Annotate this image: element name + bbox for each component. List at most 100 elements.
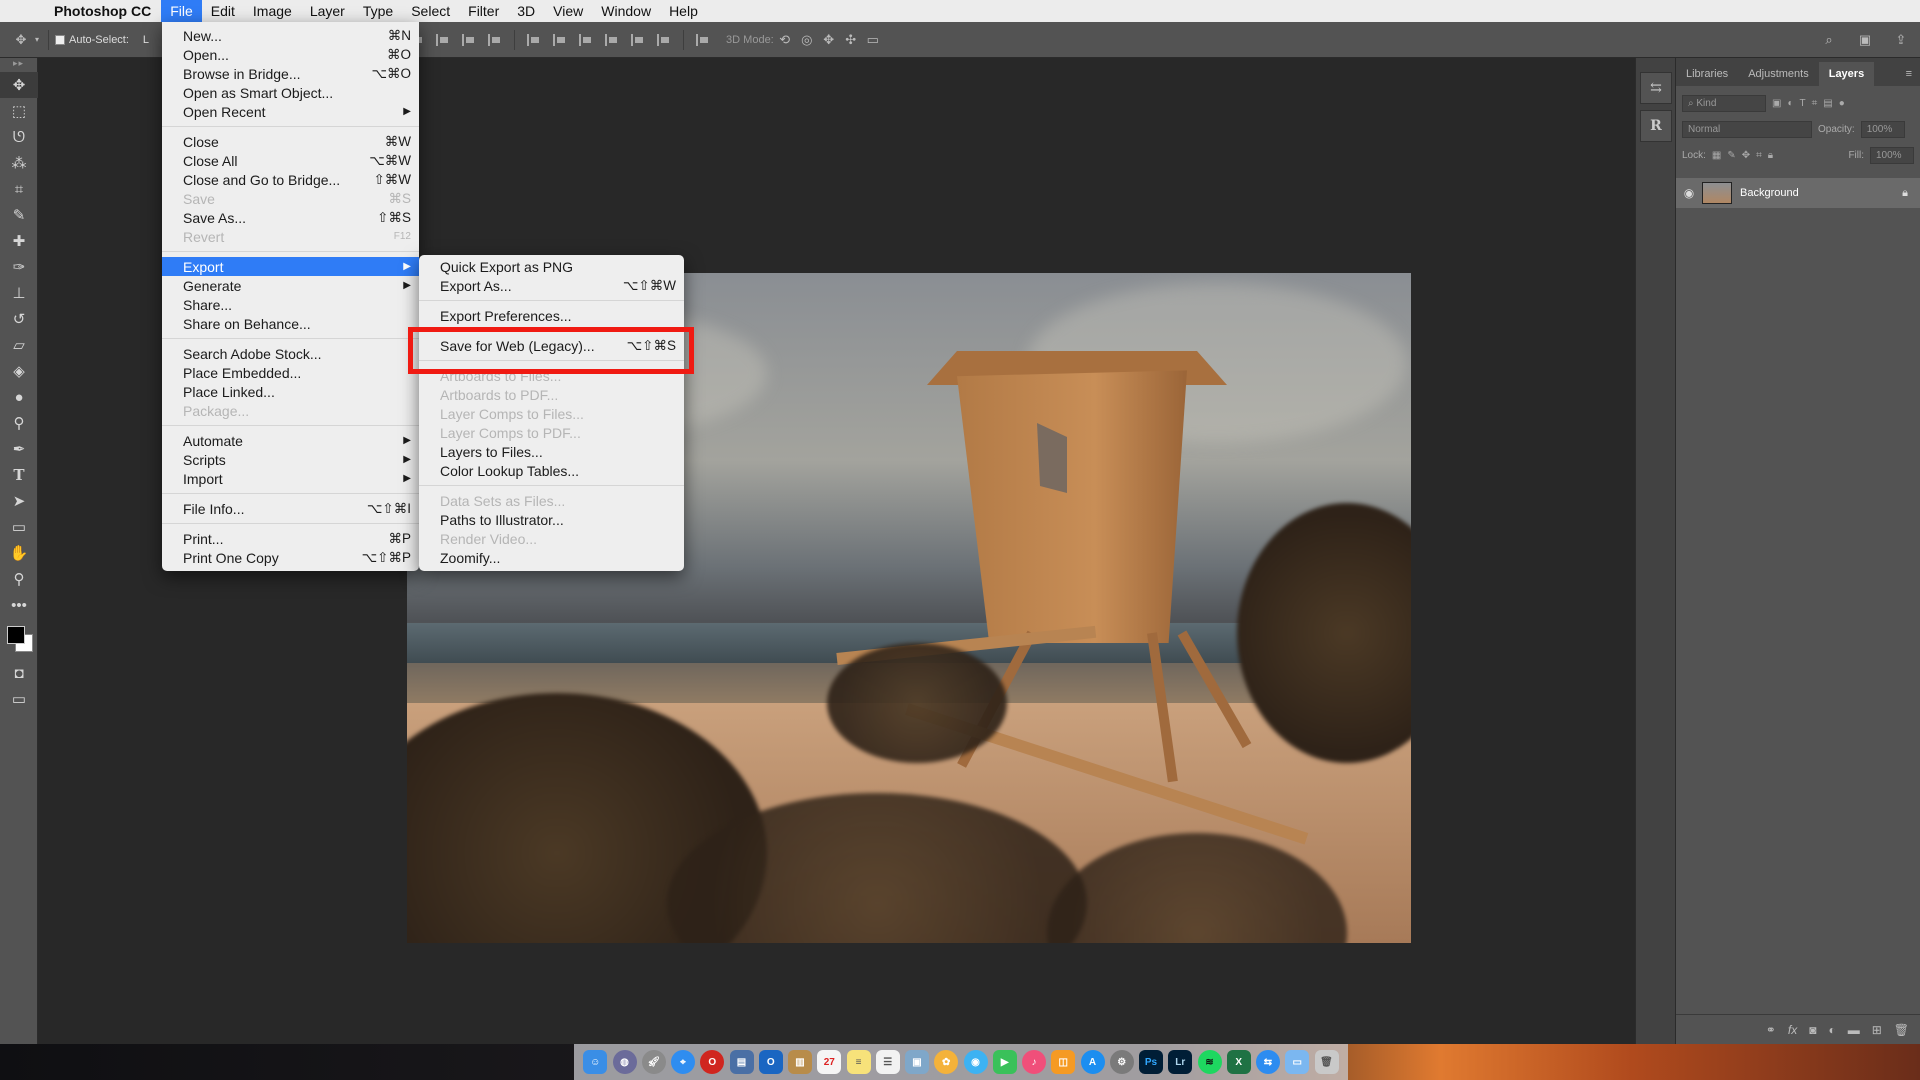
new-adjustment-icon[interactable]: ◐ xyxy=(1828,1023,1835,1037)
lasso-tool-icon[interactable]: ᘎ xyxy=(0,124,38,150)
rectangle-tool-icon[interactable]: ▭ xyxy=(0,514,38,540)
3d-roll-icon[interactable]: ◎ xyxy=(796,32,818,47)
menu-type[interactable]: Type xyxy=(354,0,402,22)
lock-transparent-icon[interactable]: ▦ xyxy=(1712,150,1721,161)
blur-tool-icon[interactable]: ● xyxy=(0,384,38,410)
search-icon[interactable]: ⌕ xyxy=(1818,32,1840,47)
path-selection-tool-icon[interactable]: ➤ xyxy=(0,488,38,514)
opera-icon[interactable]: O xyxy=(700,1050,725,1074)
brush-tool-icon[interactable]: ✑ xyxy=(0,254,38,280)
type-tool-icon[interactable]: T xyxy=(0,462,38,488)
filter-adjustment-icon[interactable]: ◐ xyxy=(1787,98,1793,109)
photos-icon[interactable]: ✿ xyxy=(934,1050,959,1074)
menu-item-paths-to-illustrator[interactable]: Paths to Illustrator... xyxy=(419,510,684,529)
tab-libraries[interactable]: Libraries xyxy=(1676,62,1738,86)
3d-orbit-icon[interactable]: ⟲ xyxy=(774,32,796,47)
menu-item-zoomify[interactable]: Zoomify... xyxy=(419,548,684,567)
launchpad-icon[interactable]: 🚀︎ xyxy=(641,1050,666,1074)
menu-item-place-embedded[interactable]: Place Embedded... xyxy=(162,363,419,382)
lock-all-icon[interactable]: 🔒︎ xyxy=(1768,150,1773,161)
notes-icon[interactable]: ≡ xyxy=(846,1050,871,1074)
lightroom-icon[interactable]: Lr xyxy=(1168,1050,1193,1074)
siri-icon[interactable]: ◍ xyxy=(612,1050,637,1074)
menu-item-print-one-copy[interactable]: Print One Copy ⌥⇧⌘P xyxy=(162,548,419,567)
zoom-tool-icon[interactable]: ⚲ xyxy=(0,566,38,592)
menu-filter[interactable]: Filter xyxy=(459,0,508,22)
menu-item-color-lookup-tables[interactable]: Color Lookup Tables... xyxy=(419,461,684,480)
facetime-icon[interactable]: ▶ xyxy=(992,1050,1017,1074)
menu-edit[interactable]: Edit xyxy=(202,0,244,22)
auto-align-icon[interactable] xyxy=(696,33,710,46)
quick-mask-icon[interactable]: ◘ xyxy=(0,660,38,686)
distribute-hcenter-icon[interactable] xyxy=(631,33,645,46)
menu-item-close-all[interactable]: Close All ⌥⌘W xyxy=(162,151,419,170)
menu-item-new[interactable]: New... ⌘N xyxy=(162,26,419,45)
menu-item-file-info[interactable]: File Info... ⌥⇧⌘I xyxy=(162,499,419,518)
distribute-top-icon[interactable] xyxy=(527,33,541,46)
share-icon[interactable]: ⇪ xyxy=(1890,32,1912,47)
menu-item-close-go-bridge[interactable]: Close and Go to Bridge... ⇧⌘W xyxy=(162,170,419,189)
teamviewer-icon[interactable]: ⇆ xyxy=(1256,1050,1280,1074)
paint-bucket-tool-icon[interactable]: ◈ xyxy=(0,358,38,384)
lock-position-icon[interactable]: ✥ xyxy=(1742,150,1750,161)
distribute-right-icon[interactable] xyxy=(657,33,671,46)
spotify-icon[interactable]: ≋ xyxy=(1197,1050,1222,1074)
history-brush-tool-icon[interactable]: ↺ xyxy=(0,306,38,332)
filter-type-icon[interactable]: T xyxy=(1800,98,1806,109)
menu-item-layers-to-files[interactable]: Layers to Files... xyxy=(419,442,684,461)
menu-view[interactable]: View xyxy=(544,0,592,22)
trash-icon[interactable]: 🗑︎ xyxy=(1314,1050,1339,1074)
menu-item-share[interactable]: Share... xyxy=(162,295,419,314)
workspace-icon[interactable]: ▣ xyxy=(1854,32,1876,47)
downloads-folder-icon[interactable]: ▭ xyxy=(1285,1050,1310,1074)
add-mask-icon[interactable]: ◙ xyxy=(1809,1023,1816,1037)
menu-item-export-preferences[interactable]: Export Preferences... xyxy=(419,306,684,325)
new-group-icon[interactable]: ▬ xyxy=(1848,1023,1860,1037)
notefile-icon[interactable]: ▥ xyxy=(788,1050,812,1074)
align-hcenter-icon[interactable] xyxy=(436,33,450,46)
new-layer-icon[interactable]: ⊞ xyxy=(1872,1023,1882,1037)
safari-icon[interactable]: ⌖ xyxy=(671,1050,695,1074)
menu-item-export-as[interactable]: Export As... ⌥⇧⌘W xyxy=(419,276,684,295)
3d-pan-icon[interactable]: ✥ xyxy=(818,32,840,47)
chevron-down-icon[interactable]: ▾ xyxy=(32,33,42,47)
auto-select-dropdown[interactable]: L xyxy=(143,34,149,46)
pen-tool-icon[interactable]: ✒ xyxy=(0,436,38,462)
photo-booth-icon[interactable]: ▣ xyxy=(905,1050,929,1074)
tab-adjustments[interactable]: Adjustments xyxy=(1738,62,1819,86)
filter-pixel-icon[interactable]: ▣ xyxy=(1772,98,1781,109)
delete-layer-icon[interactable]: 🗑︎ xyxy=(1894,1023,1909,1037)
menu-item-place-linked[interactable]: Place Linked... xyxy=(162,382,419,401)
filter-smart-icon[interactable]: ▤ xyxy=(1823,98,1832,109)
auto-select-checkbox[interactable] xyxy=(55,34,65,45)
align-top-icon[interactable] xyxy=(488,33,502,46)
foreground-color-swatch[interactable] xyxy=(7,626,25,644)
photoshop-icon[interactable]: Ps xyxy=(1139,1050,1163,1074)
tab-layers[interactable]: Layers xyxy=(1818,62,1875,86)
calendar-icon[interactable]: 27 xyxy=(817,1050,842,1074)
healing-brush-tool-icon[interactable]: ✚ xyxy=(0,228,38,254)
distribute-left-icon[interactable] xyxy=(605,33,619,46)
3d-scale-icon[interactable]: ▭ xyxy=(862,32,884,47)
app-name-menu[interactable]: Photoshop CC xyxy=(50,3,161,19)
lock-artboard-icon[interactable]: ⌗ xyxy=(1756,150,1762,161)
system-preferences-icon[interactable]: ⚙ xyxy=(1109,1050,1134,1074)
distribute-bottom-icon[interactable] xyxy=(579,33,593,46)
distribute-vcenter-icon[interactable] xyxy=(553,33,567,46)
eraser-tool-icon[interactable]: ▱ xyxy=(0,332,38,358)
panel-grip[interactable]: ▸▸ xyxy=(0,58,37,72)
color-swatches[interactable] xyxy=(0,618,38,660)
filter-shape-icon[interactable]: ⌗ xyxy=(1812,98,1818,109)
blend-mode-select[interactable]: Normal xyxy=(1682,120,1812,138)
menu-item-generate[interactable]: Generate ▶ xyxy=(162,276,419,295)
menu-item-export[interactable]: Export ▶ xyxy=(162,257,419,276)
messages-icon[interactable]: ◉ xyxy=(963,1050,988,1074)
menu-window[interactable]: Window xyxy=(592,0,660,22)
preview-icon[interactable]: ▤ xyxy=(729,1050,754,1074)
dodge-tool-icon[interactable]: ⚲ xyxy=(0,410,38,436)
link-layers-icon[interactable]: ⚭ xyxy=(1766,1023,1776,1037)
reminders-icon[interactable]: ☰ xyxy=(875,1050,900,1074)
menu-item-open-recent[interactable]: Open Recent ▶ xyxy=(162,102,419,121)
menu-item-automate[interactable]: Automate ▶ xyxy=(162,431,419,450)
hand-tool-icon[interactable]: ✋ xyxy=(0,540,38,566)
